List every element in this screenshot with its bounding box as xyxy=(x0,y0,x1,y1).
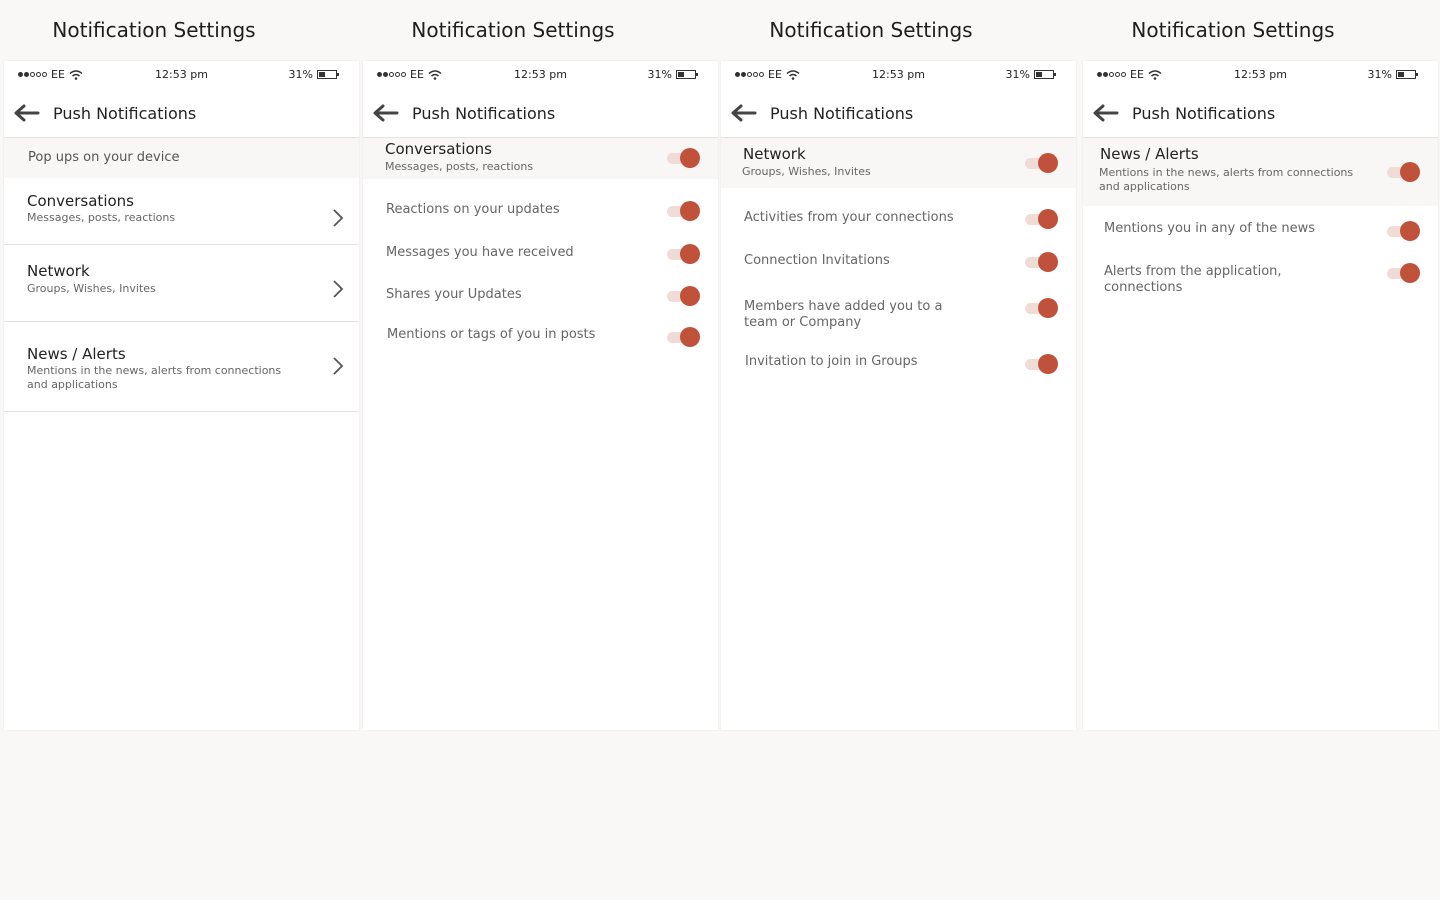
group-header-network: Network Groups, Wishes, Invites xyxy=(721,138,1076,188)
section-title-4: Notification Settings xyxy=(1131,18,1335,42)
toggle-row: Messages you have received xyxy=(363,234,718,274)
toggle-switch[interactable] xyxy=(667,326,701,348)
toggle-switch[interactable] xyxy=(667,243,701,265)
toggle-label: Activities from your connections xyxy=(744,210,954,225)
toggle-switch[interactable] xyxy=(1387,220,1421,242)
toggle-label: Messages you have received xyxy=(386,245,574,260)
toggle-label: Members have added you to a team or Comp… xyxy=(744,299,943,330)
toggle-switch[interactable] xyxy=(1025,353,1059,375)
arrow-left-icon[interactable] xyxy=(12,103,40,123)
row-subtitle: Messages, posts, reactions xyxy=(27,211,176,224)
toggle-row: Members have added you to a team or Comp… xyxy=(721,288,1076,332)
status-bar: EE 12:53 pm 31% xyxy=(1083,61,1438,89)
toggle-switch[interactable] xyxy=(1025,297,1059,319)
battery-percent: 31% xyxy=(1005,68,1030,81)
row-network[interactable]: Network Groups, Wishes, Invites xyxy=(4,245,359,322)
toggle-row: Reactions on your updates xyxy=(363,191,718,231)
group-title: News / Alerts xyxy=(1100,145,1199,163)
toggle-switch[interactable] xyxy=(1387,262,1421,284)
toggle-switch[interactable] xyxy=(1025,208,1059,230)
nav-title: Push Notifications xyxy=(1132,104,1276,123)
toggle-label: Shares your Updates xyxy=(386,287,522,302)
toggle-row: Alerts from the application, connections xyxy=(1083,253,1438,297)
battery-percent: 31% xyxy=(288,68,313,81)
toggle-row: Connection Invitations xyxy=(721,242,1076,282)
toggle-label: Mentions or tags of you in posts xyxy=(387,327,596,342)
subheader-text: Pop ups on your device xyxy=(28,150,180,165)
status-bar: EE 12:53 pm 31% xyxy=(363,61,718,89)
toggle-label: Alerts from the application, connections xyxy=(1104,264,1282,295)
arrow-left-icon[interactable] xyxy=(1091,103,1119,123)
group-subtitle: Mentions in the news, alerts from connec… xyxy=(1099,166,1354,193)
battery-percent: 31% xyxy=(647,68,672,81)
nav-title: Push Notifications xyxy=(412,104,556,123)
battery-percent: 31% xyxy=(1367,68,1392,81)
chevron-right-icon xyxy=(333,357,344,375)
group-header-conversations: Conversations Messages, posts, reactions xyxy=(363,138,718,179)
toggle-row: Activities from your connections xyxy=(721,199,1076,239)
nav-bar: Push Notifications xyxy=(721,89,1076,138)
row-title: News / Alerts xyxy=(27,345,126,363)
toggle-label: Reactions on your updates xyxy=(386,202,560,217)
group-toggle[interactable] xyxy=(1025,152,1059,174)
chevron-right-icon xyxy=(333,280,344,298)
toggle-switch[interactable] xyxy=(667,200,701,222)
toggle-row: Shares your Updates xyxy=(363,276,718,316)
section-title-1: Notification Settings xyxy=(52,18,256,42)
group-subtitle: Groups, Wishes, Invites xyxy=(742,165,871,178)
arrow-left-icon[interactable] xyxy=(729,103,757,123)
group-toggle[interactable] xyxy=(1387,161,1421,183)
toggle-row: Invitation to join in Groups xyxy=(721,343,1076,383)
group-title: Conversations xyxy=(385,140,492,158)
row-news-alerts[interactable]: News / Alerts Mentions in the news, aler… xyxy=(4,322,359,412)
chevron-right-icon xyxy=(333,209,344,227)
screen-network: EE 12:53 pm 31% Push Notifications Netwo… xyxy=(721,61,1076,730)
toggle-label: Mentions you in any of the news xyxy=(1104,221,1316,236)
status-bar: EE 12:53 pm 31% xyxy=(721,61,1076,89)
nav-title: Push Notifications xyxy=(770,104,914,123)
row-conversations[interactable]: Conversations Messages, posts, reactions xyxy=(4,178,359,245)
toggle-label: Connection Invitations xyxy=(744,253,890,268)
group-toggle[interactable] xyxy=(667,147,701,169)
battery-icon xyxy=(317,70,339,79)
screen-conversations: EE 12:53 pm 31% Push Notifications Conve… xyxy=(363,61,718,730)
screen-push-notifications-overview: EE 12:53 pm 31% Push Notifications Pop u… xyxy=(4,61,359,730)
nav-title: Push Notifications xyxy=(53,104,197,123)
toggle-row: Mentions you in any of the news xyxy=(1083,210,1438,250)
section-title-3: Notification Settings xyxy=(769,18,973,42)
toggle-row: Mentions or tags of you in posts xyxy=(363,316,718,356)
battery-icon xyxy=(1034,70,1056,79)
battery-icon xyxy=(676,70,698,79)
section-subheader: Pop ups on your device xyxy=(4,138,359,178)
arrow-left-icon[interactable] xyxy=(371,103,399,123)
toggle-label: Invitation to join in Groups xyxy=(745,354,918,369)
row-subtitle: Groups, Wishes, Invites xyxy=(27,282,156,295)
section-title-2: Notification Settings xyxy=(411,18,615,42)
screen-news-alerts: EE 12:53 pm 31% Push Notifications News … xyxy=(1083,61,1438,730)
row-title: Network xyxy=(27,262,90,280)
row-title: Conversations xyxy=(27,192,134,210)
nav-bar: Push Notifications xyxy=(1083,89,1438,138)
battery-icon xyxy=(1396,70,1418,79)
group-title: Network xyxy=(743,145,806,163)
nav-bar: Push Notifications xyxy=(4,89,359,138)
group-header-news-alerts: News / Alerts Mentions in the news, aler… xyxy=(1083,138,1438,206)
nav-bar: Push Notifications xyxy=(363,89,718,138)
toggle-switch[interactable] xyxy=(667,285,701,307)
row-subtitle: Mentions in the news, alerts from connec… xyxy=(27,364,282,391)
toggle-switch[interactable] xyxy=(1025,251,1059,273)
status-bar: EE 12:53 pm 31% xyxy=(4,61,359,89)
group-subtitle: Messages, posts, reactions xyxy=(385,160,534,173)
